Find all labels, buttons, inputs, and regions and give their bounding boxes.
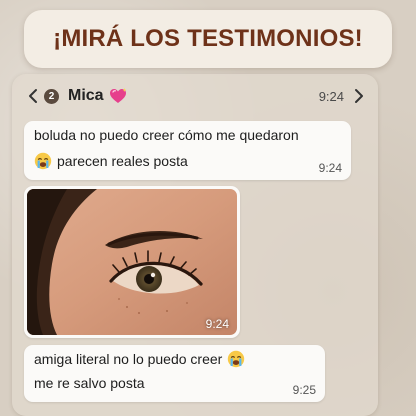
photo-time: 9:24 — [205, 317, 229, 331]
message-text: amiga literal no lo puedo creer — [34, 351, 223, 367]
photo-message[interactable]: 9:24 — [24, 186, 240, 338]
message-text: boluda no puedo creer cómo me quedaron — [34, 127, 299, 143]
message-bubble[interactable]: boluda no puedo creer cómo me quedaron p… — [24, 121, 351, 180]
crying-face-icon — [227, 350, 245, 368]
crying-face-icon — [34, 152, 52, 170]
headline-banner: ¡MIRÁ LOS TESTIMONIOS! — [24, 10, 392, 68]
message-text: parecen reales posta — [57, 153, 188, 169]
headline-text: ¡MIRÁ LOS TESTIMONIOS! — [53, 25, 363, 52]
sparkling-heart-icon — [108, 87, 128, 105]
header-time: 9:24 — [318, 88, 344, 104]
message-line: parecen reales posta — [34, 152, 188, 170]
contact-name[interactable]: Mica — [68, 87, 104, 105]
message-time: 9:25 — [292, 383, 316, 397]
eye-closeup-photo[interactable]: 9:24 — [27, 189, 237, 335]
message-line: amiga literal no lo puedo creer — [34, 350, 245, 368]
chat-header: 2 Mica 9:24 — [26, 82, 366, 110]
message-time: 9:24 — [318, 161, 342, 175]
message-bubble[interactable]: amiga literal no lo puedo creer me re sa… — [24, 345, 325, 402]
chevron-left-icon[interactable] — [26, 87, 40, 105]
chevron-right-icon[interactable] — [354, 87, 366, 105]
unread-count-badge: 2 — [44, 88, 59, 104]
message-text: me re salvo posta — [34, 375, 145, 391]
